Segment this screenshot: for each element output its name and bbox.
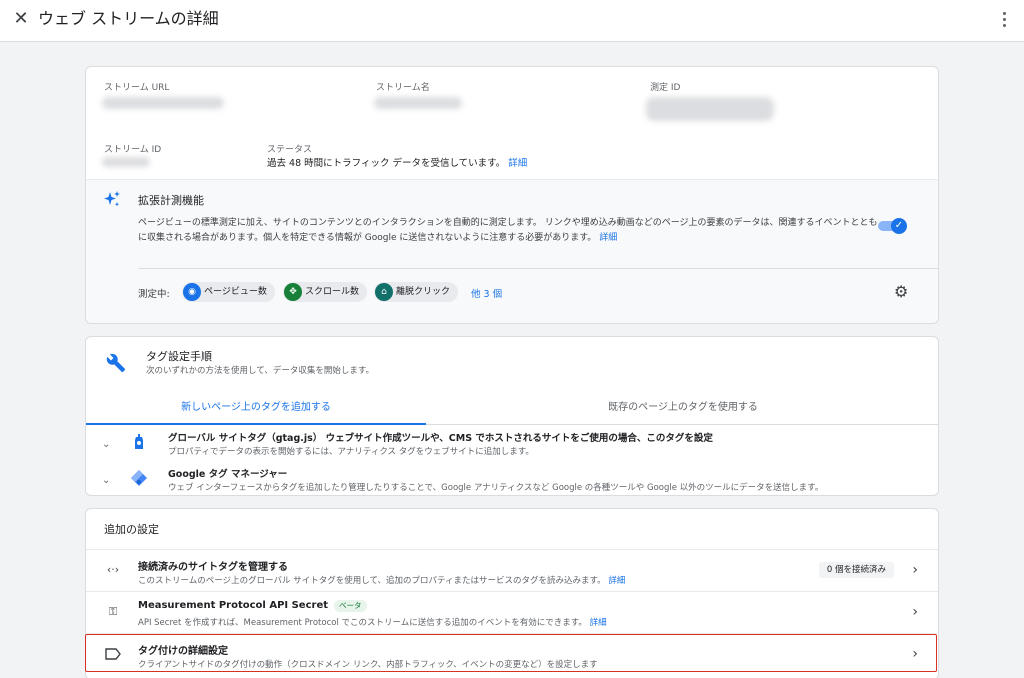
beta-badge: ベータ: [334, 600, 367, 612]
row-title-text: Measurement Protocol API Secret: [138, 600, 329, 611]
chip-outbound-clicks[interactable]: ⌂ 離脱クリック: [374, 282, 459, 302]
enhanced-measurement-toggle[interactable]: ✓: [878, 218, 908, 234]
option-title: グローバル サイトタグ（gtag.js） ウェブサイト作成ツールや、CMS でホ…: [168, 433, 713, 444]
row-description-text: API Secret を作成すれば、Measurement Protocol で…: [138, 618, 587, 628]
more-events-link[interactable]: 他 3 個: [471, 286, 502, 300]
status-text: 過去 48 時間にトラフィック データを受信しています。 詳細: [267, 155, 527, 169]
option-description: プロパティでデータの表示を開始するには、アナリティクス タグをウェブサイトに追加…: [168, 447, 534, 457]
additional-settings-card: 追加の設定 ‹·› 接続済みのサイトタグを管理する このストリームのページ上のグ…: [85, 508, 939, 678]
gear-icon[interactable]: ⚙: [894, 284, 908, 300]
top-bar: ✕ ウェブ ストリームの詳細: [0, 0, 1024, 42]
tab-add-new-tag[interactable]: 新しいページ上のタグを追加する: [86, 395, 426, 425]
stream-details-card: ストリーム URL ストリーム名 測定 ID ストリーム ID ステータス 過去…: [85, 66, 939, 324]
status-label: ステータス: [267, 145, 313, 155]
row-description: このストリームのページ上のグローバル サイトタグを使用して、追加のプロパティまた…: [138, 574, 625, 586]
chip-label: スクロール数: [305, 287, 360, 297]
row-details-link[interactable]: 詳細: [608, 576, 625, 586]
row-title: タグ付けの詳細設定: [138, 646, 228, 657]
row-details-link[interactable]: 詳細: [590, 618, 607, 628]
stream-url-label: ストリーム URL: [104, 83, 170, 93]
row-measurement-protocol[interactable]: ⚿ Measurement Protocol API Secret ベータ API…: [86, 591, 938, 633]
chip-label: 離脱クリック: [396, 287, 451, 297]
option-title: Google タグ マネージャー: [168, 469, 288, 480]
additional-settings-title: 追加の設定: [104, 523, 159, 536]
stream-id-label: ストリーム ID: [104, 145, 162, 155]
chevron-right-icon: ›: [912, 604, 918, 620]
chip-scrolls[interactable]: ✥ スクロール数: [283, 282, 368, 302]
key-icon: ⚿: [108, 605, 118, 618]
divider: [138, 268, 938, 269]
enhanced-measurement-description: ページビューの標準測定に加え、サイトのコンテンツとのインタラクションを自動的に測…: [138, 216, 878, 245]
enhanced-measurement-details-link[interactable]: 詳細: [599, 233, 617, 243]
chevron-down-icon: ⌄: [102, 475, 111, 486]
mouse-icon: ⌂: [375, 283, 393, 301]
status-details-link[interactable]: 詳細: [508, 158, 527, 169]
check-icon: ✓: [891, 218, 907, 234]
measurement-id-label: 測定 ID: [650, 83, 681, 93]
row-connected-site-tags[interactable]: ‹·› 接続済みのサイトタグを管理する このストリームのページ上のグローバル サ…: [86, 549, 938, 591]
tab-use-existing-tag[interactable]: 既存のページ上のタグを使用する: [426, 395, 938, 425]
chevron-down-icon: ⌄: [102, 439, 111, 450]
enhanced-measurement-title: 拡張計測機能: [138, 194, 204, 207]
stream-id-redacted: [102, 157, 150, 167]
option-gtag[interactable]: ⌄ グローバル サイトタグ（gtag.js） ウェブサイト作成ツールや、CMS …: [86, 427, 938, 465]
tagging-instructions-card: タグ設定手順 次のいずれかの方法を使用して、データ収集を開始します。 新しいペー…: [85, 336, 939, 496]
page-title: ウェブ ストリームの詳細: [38, 9, 219, 28]
option-description: ウェブ インターフェースからタグを追加したり管理したりすることで、Google …: [168, 483, 824, 493]
chevron-right-icon: ›: [912, 562, 918, 578]
stream-name-redacted: [374, 97, 462, 109]
row-description: クライアントサイドのタグ付けの動作（クロスドメイン リンク、内部トラフィック、イ…: [138, 660, 598, 670]
enhanced-measurement-section: 拡張計測機能 ページビューの標準測定に加え、サイトのコンテンツとのインタラクショ…: [86, 179, 938, 323]
stream-url-redacted: [102, 97, 224, 109]
row-description-text: このストリームのページ上のグローバル サイトタグを使用して、追加のプロパティまた…: [138, 576, 606, 586]
option-gtm[interactable]: ⌄ Google タグ マネージャー ウェブ インターフェースからタグを追加した…: [86, 463, 938, 495]
chip-label: ページビュー数: [204, 287, 267, 297]
measurement-id-redacted: [646, 97, 774, 121]
sparkle-icon: [104, 191, 120, 207]
scroll-icon: ✥: [284, 283, 302, 301]
tagging-title: タグ設定手順: [146, 350, 212, 363]
more-vert-icon[interactable]: [998, 9, 1010, 31]
row-title: Measurement Protocol API Secret ベータ: [138, 600, 367, 612]
eye-icon: ◉: [183, 283, 201, 301]
connected-count-badge: 0 個を接続済み: [818, 562, 894, 578]
chevron-right-icon: ›: [912, 646, 918, 662]
label-icon: [105, 648, 121, 660]
close-icon[interactable]: ✕: [10, 8, 32, 30]
row-description: API Secret を作成すれば、Measurement Protocol で…: [138, 616, 607, 628]
gtag-icon: [135, 434, 143, 449]
tagging-subtitle: 次のいずれかの方法を使用して、データ収集を開始します。: [146, 366, 374, 376]
enhanced-measurement-text: ページビューの標準測定に加え、サイトのコンテンツとのインタラクションを自動的に測…: [138, 218, 878, 243]
gtm-icon: [131, 470, 147, 486]
chip-page-views[interactable]: ◉ ページビュー数: [182, 282, 275, 302]
wrench-icon: [106, 353, 126, 373]
stream-name-label: ストリーム名: [376, 83, 430, 93]
row-title: 接続済みのサイトタグを管理する: [138, 562, 288, 573]
status-message: 過去 48 時間にトラフィック データを受信しています。: [267, 158, 506, 169]
row-advanced-tagging-settings[interactable]: タグ付けの詳細設定 クライアントサイドのタグ付けの動作（クロスドメイン リンク、…: [86, 633, 938, 675]
measuring-label: 測定中:: [138, 289, 170, 300]
code-icon: ‹·›: [106, 563, 120, 576]
